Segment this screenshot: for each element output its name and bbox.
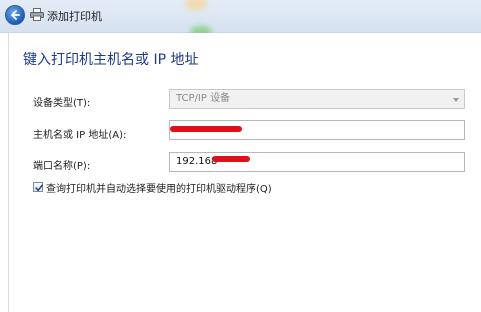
redaction-mark [170,126,242,132]
printer-icon [30,8,44,21]
redaction-mark [212,156,250,162]
device-type-label: 设备类型(T): [33,98,91,109]
hostname-label: 主机名或 IP 地址(A): [33,130,127,141]
port-name-input[interactable]: 192.168 [169,152,465,172]
query-printer-label[interactable]: 查询打印机并自动选择要使用的打印机驱动程序(Q) [46,180,272,195]
device-type-select: TCP/IP 设备 [169,89,465,109]
checkmark-icon [35,184,43,192]
wizard-content [8,33,481,312]
title-bar: 添加打印机 [0,0,481,38]
window-title: 添加打印机 [47,10,102,23]
port-name-label: 端口名称(P): [33,161,91,172]
back-arrow-icon [11,10,20,20]
chevron-down-icon [453,98,459,102]
page-heading: 键入打印机主机名或 IP 地址 [23,52,199,68]
device-type-value: TCP/IP 设备 [176,93,231,104]
back-button[interactable] [5,5,25,25]
title-bar-blur [185,0,207,10]
query-printer-checkbox[interactable] [33,182,43,192]
